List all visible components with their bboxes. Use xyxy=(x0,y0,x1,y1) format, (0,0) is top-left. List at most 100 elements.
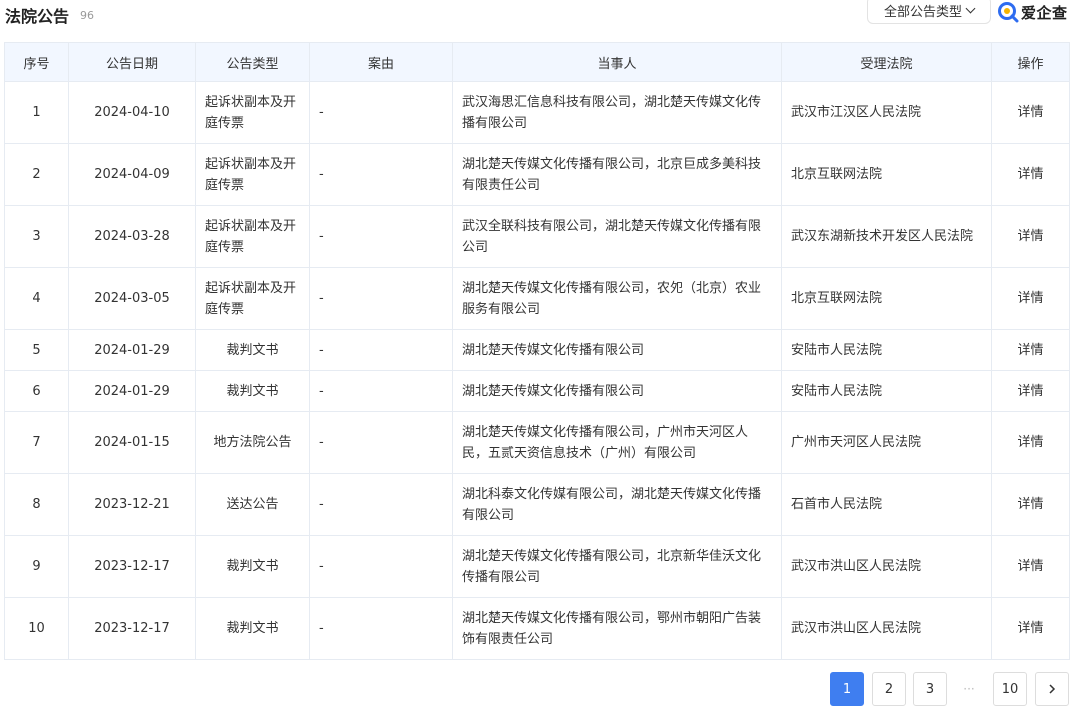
cell-type: 送达公告 xyxy=(195,473,310,536)
cell-no: 8 xyxy=(4,473,69,536)
cell-parties: 武汉海思汇信息科技有限公司，湖北楚天传媒文化传播有限公司 xyxy=(452,81,782,144)
cell-type: 裁判文书 xyxy=(195,597,310,660)
table-row: 1 2024-04-10 起诉状副本及开庭传票 - 武汉海思汇信息科技有限公司，… xyxy=(4,81,1070,144)
cell-date: 2024-01-15 xyxy=(68,411,196,474)
cell-no: 6 xyxy=(4,370,69,412)
table-row: 7 2024-01-15 地方法院公告 - 湖北楚天传媒文化传播有限公司，广州市… xyxy=(4,411,1070,474)
cell-type: 起诉状副本及开庭传票 xyxy=(195,205,310,268)
detail-link[interactable]: 详情 xyxy=(991,597,1070,660)
detail-link[interactable]: 详情 xyxy=(991,143,1070,206)
page-button-3[interactable]: 3 xyxy=(913,672,947,706)
column-header-action: 操作 xyxy=(991,42,1070,82)
table-row: 3 2024-03-28 起诉状副本及开庭传票 - 武汉全联科技有限公司，湖北楚… xyxy=(4,205,1070,268)
column-header-date: 公告日期 xyxy=(68,42,196,82)
cell-type: 裁判文书 xyxy=(195,329,310,371)
detail-link[interactable]: 详情 xyxy=(991,267,1070,330)
cell-cause: - xyxy=(309,370,453,412)
next-page-button[interactable] xyxy=(1035,672,1069,706)
detail-link[interactable]: 详情 xyxy=(991,411,1070,474)
cell-parties: 湖北楚天传媒文化传播有限公司，农夗（北京）农业服务有限公司 xyxy=(452,267,782,330)
column-header-court: 受理法院 xyxy=(781,42,992,82)
detail-link[interactable]: 详情 xyxy=(991,535,1070,598)
notice-type-label: 全部公告类型 xyxy=(883,4,962,20)
cell-court: 武汉市江汉区人民法院 xyxy=(781,81,992,144)
cell-court: 武汉市洪山区人民法院 xyxy=(781,535,992,598)
page-ellipsis: ··· xyxy=(963,682,975,696)
cell-date: 2024-01-29 xyxy=(68,370,196,412)
column-header-no: 序号 xyxy=(4,42,69,82)
cell-date: 2023-12-17 xyxy=(68,535,196,598)
cell-cause: - xyxy=(309,81,453,144)
detail-link[interactable]: 详情 xyxy=(991,205,1070,268)
page-button-last[interactable]: 10 xyxy=(993,672,1027,706)
page-button-1[interactable]: 1 xyxy=(830,672,864,706)
court-notice-table: 序号 公告日期 公告类型 案由 当事人 受理法院 操作 1 2024-04-10… xyxy=(4,42,1070,660)
cell-no: 9 xyxy=(4,535,69,598)
cell-cause: - xyxy=(309,205,453,268)
cell-date: 2024-01-29 xyxy=(68,329,196,371)
detail-link[interactable]: 详情 xyxy=(991,329,1070,371)
table-row: 4 2024-03-05 起诉状副本及开庭传票 - 湖北楚天传媒文化传播有限公司… xyxy=(4,267,1070,330)
cell-date: 2023-12-17 xyxy=(68,597,196,660)
cell-court: 北京互联网法院 xyxy=(781,143,992,206)
cell-court: 安陆市人民法院 xyxy=(781,370,992,412)
aiqicha-logo: 爱企查 xyxy=(997,0,1068,24)
cell-cause: - xyxy=(309,535,453,598)
table-row: 2 2024-04-09 起诉状副本及开庭传票 - 湖北楚天传媒文化传播有限公司… xyxy=(4,143,1070,206)
cell-cause: - xyxy=(309,143,453,206)
cell-parties: 湖北楚天传媒文化传播有限公司，鄂州市朝阳广告装饰有限责任公司 xyxy=(452,597,782,660)
page-title: 法院公告 xyxy=(5,7,70,26)
cell-type: 起诉状副本及开庭传票 xyxy=(195,143,310,206)
cell-court: 安陆市人民法院 xyxy=(781,329,992,371)
logo-text: 爱企查 xyxy=(1021,3,1068,22)
cell-no: 2 xyxy=(4,143,69,206)
cell-parties: 湖北楚天传媒文化传播有限公司 xyxy=(452,370,782,412)
cell-parties: 湖北科泰文化传媒有限公司，湖北楚天传媒文化传播有限公司 xyxy=(452,473,782,536)
cell-cause: - xyxy=(309,473,453,536)
cell-type: 地方法院公告 xyxy=(195,411,310,474)
chevron-right-icon xyxy=(1049,684,1056,694)
page-header: 法院公告 96 全部公告类型 爱企查 xyxy=(5,0,1079,30)
chevron-down-icon xyxy=(965,3,976,13)
cell-no: 4 xyxy=(4,267,69,330)
cell-parties: 湖北楚天传媒文化传播有限公司，北京巨成多美科技有限责任公司 xyxy=(452,143,782,206)
cell-no: 7 xyxy=(4,411,69,474)
cell-parties: 湖北楚天传媒文化传播有限公司，广州市天河区人民，五贰天资信息技术（广州）有限公司 xyxy=(452,411,782,474)
table-row: 9 2023-12-17 裁判文书 - 湖北楚天传媒文化传播有限公司，北京新华佳… xyxy=(4,535,1070,598)
cell-cause: - xyxy=(309,267,453,330)
detail-link[interactable]: 详情 xyxy=(991,370,1070,412)
page-button-2[interactable]: 2 xyxy=(872,672,906,706)
cell-type: 起诉状副本及开庭传票 xyxy=(195,81,310,144)
column-header-parties: 当事人 xyxy=(452,42,782,82)
cell-type: 起诉状副本及开庭传票 xyxy=(195,267,310,330)
detail-link[interactable]: 详情 xyxy=(991,81,1070,144)
cell-court: 北京互联网法院 xyxy=(781,267,992,330)
cell-parties: 武汉全联科技有限公司，湖北楚天传媒文化传播有限公司 xyxy=(452,205,782,268)
column-header-type: 公告类型 xyxy=(195,42,310,82)
cell-no: 1 xyxy=(4,81,69,144)
cell-cause: - xyxy=(309,329,453,371)
detail-link[interactable]: 详情 xyxy=(991,473,1070,536)
cell-parties: 湖北楚天传媒文化传播有限公司，北京新华佳沃文化传播有限公司 xyxy=(452,535,782,598)
table-row: 10 2023-12-17 裁判文书 - 湖北楚天传媒文化传播有限公司，鄂州市朝… xyxy=(4,597,1070,660)
cell-court: 武汉东湖新技术开发区人民法院 xyxy=(781,205,992,268)
cell-no: 10 xyxy=(4,597,69,660)
table-row: 6 2024-01-29 裁判文书 - 湖北楚天传媒文化传播有限公司 安陆市人民… xyxy=(4,370,1070,412)
cell-date: 2023-12-21 xyxy=(68,473,196,536)
cell-no: 5 xyxy=(4,329,69,371)
cell-type: 裁判文书 xyxy=(195,370,310,412)
cell-no: 3 xyxy=(4,205,69,268)
cell-date: 2024-03-05 xyxy=(68,267,196,330)
cell-court: 武汉市洪山区人民法院 xyxy=(781,597,992,660)
cell-cause: - xyxy=(309,411,453,474)
cell-date: 2024-04-10 xyxy=(68,81,196,144)
cell-date: 2024-03-28 xyxy=(68,205,196,268)
notice-count: 96 xyxy=(80,9,94,22)
notice-type-dropdown[interactable]: 全部公告类型 xyxy=(867,0,991,24)
cell-court: 广州市天河区人民法院 xyxy=(781,411,992,474)
cell-court: 石首市人民法院 xyxy=(781,473,992,536)
magnifier-logo-icon xyxy=(998,2,1019,23)
cell-parties: 湖北楚天传媒文化传播有限公司 xyxy=(452,329,782,371)
table-header-row: 序号 公告日期 公告类型 案由 当事人 受理法院 操作 xyxy=(4,42,1070,82)
cell-date: 2024-04-09 xyxy=(68,143,196,206)
